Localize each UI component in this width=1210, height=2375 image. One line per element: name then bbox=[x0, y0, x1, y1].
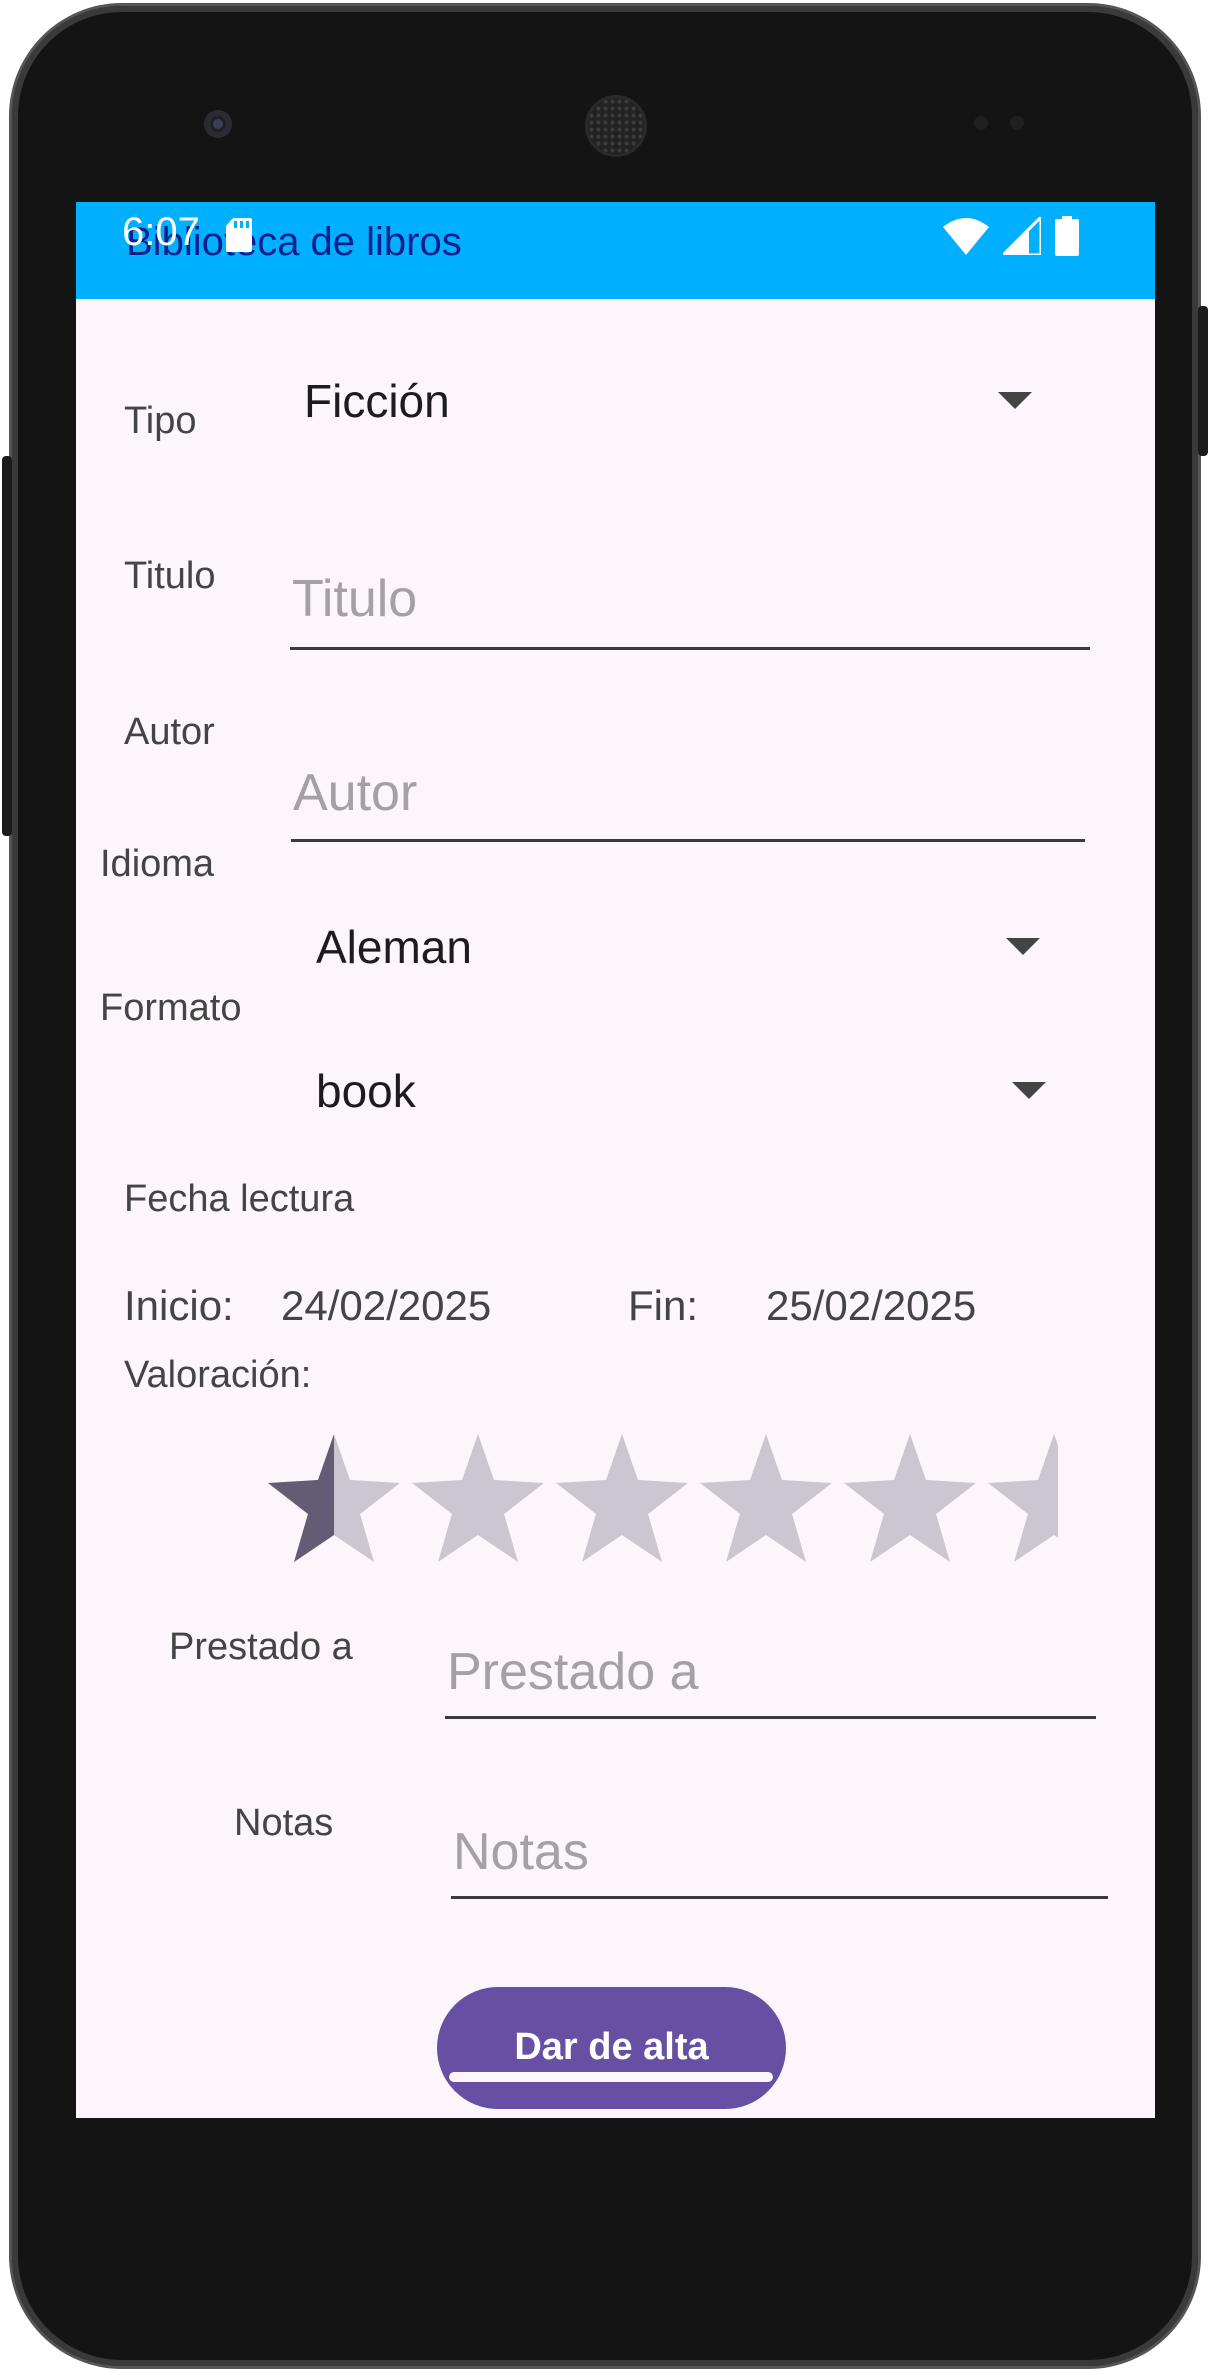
titulo-label: Titulo bbox=[124, 555, 216, 597]
sd-card-icon bbox=[226, 218, 252, 252]
idioma-label: Idioma bbox=[100, 843, 215, 885]
fecha-lectura-heading: Fecha lectura bbox=[124, 1178, 355, 1220]
rating-bar[interactable] bbox=[266, 1434, 1058, 1564]
app-bar: Biblioteca de libros 6:07 bbox=[76, 202, 1155, 299]
autor-label: Autor bbox=[124, 711, 215, 753]
formato-dropdown-arrow-icon[interactable] bbox=[1012, 1082, 1046, 1099]
inicio-label: Inicio: bbox=[124, 1282, 234, 1329]
notas-input[interactable] bbox=[451, 1814, 1108, 1899]
status-time: 6:07 bbox=[122, 210, 200, 254]
battery-icon bbox=[1055, 216, 1079, 256]
star-icon[interactable] bbox=[986, 1434, 1058, 1564]
idioma-selected-value: Aleman bbox=[316, 921, 472, 973]
tipo-spinner[interactable]: Ficción bbox=[304, 374, 1104, 434]
notas-label: Notas bbox=[234, 1802, 334, 1844]
prestado-label: Prestado a bbox=[169, 1626, 353, 1668]
earpiece-speaker bbox=[588, 98, 644, 154]
front-camera bbox=[204, 110, 232, 138]
autor-input[interactable] bbox=[291, 752, 1085, 842]
power-button bbox=[2, 456, 12, 836]
status-icons bbox=[943, 216, 1079, 256]
idioma-spinner[interactable]: Aleman bbox=[316, 920, 1106, 980]
idioma-dropdown-arrow-icon[interactable] bbox=[1006, 938, 1040, 955]
tipo-dropdown-arrow-icon[interactable] bbox=[998, 392, 1032, 409]
star-icon[interactable] bbox=[698, 1434, 834, 1564]
button-overlap-bar bbox=[449, 2072, 773, 2082]
fin-date[interactable]: 25/02/2025 bbox=[766, 1282, 976, 1330]
formato-label: Formato bbox=[100, 987, 242, 1029]
phone-frame: Biblioteca de libros 6:07 Tipo Ficción T… bbox=[2, 6, 1208, 2366]
wifi-icon bbox=[943, 218, 989, 255]
proximity-sensor bbox=[974, 116, 988, 130]
star-icon[interactable] bbox=[554, 1434, 690, 1564]
tipo-label: Tipo bbox=[124, 400, 197, 442]
titulo-input[interactable] bbox=[290, 557, 1090, 650]
star-icon[interactable] bbox=[410, 1434, 546, 1564]
volume-button bbox=[1198, 306, 1208, 456]
dar-de-alta-button[interactable]: Dar de alta bbox=[437, 1987, 786, 2109]
formato-selected-value: book bbox=[316, 1065, 416, 1117]
fin-label: Fin: bbox=[628, 1282, 699, 1329]
dar-de-alta-label: Dar de alta bbox=[514, 2026, 709, 2068]
prestado-input[interactable] bbox=[445, 1634, 1096, 1719]
signal-icon bbox=[1003, 217, 1041, 255]
light-sensor bbox=[1010, 116, 1024, 130]
inicio-date[interactable]: 24/02/2025 bbox=[281, 1282, 491, 1330]
tipo-selected-value: Ficción bbox=[304, 375, 450, 427]
star-icon[interactable] bbox=[842, 1434, 978, 1564]
valoracion-label: Valoración: bbox=[124, 1354, 312, 1396]
app-screen: Biblioteca de libros 6:07 Tipo Ficción T… bbox=[76, 202, 1155, 2118]
star-icon[interactable] bbox=[266, 1434, 402, 1564]
formato-spinner[interactable]: book bbox=[316, 1064, 1106, 1124]
